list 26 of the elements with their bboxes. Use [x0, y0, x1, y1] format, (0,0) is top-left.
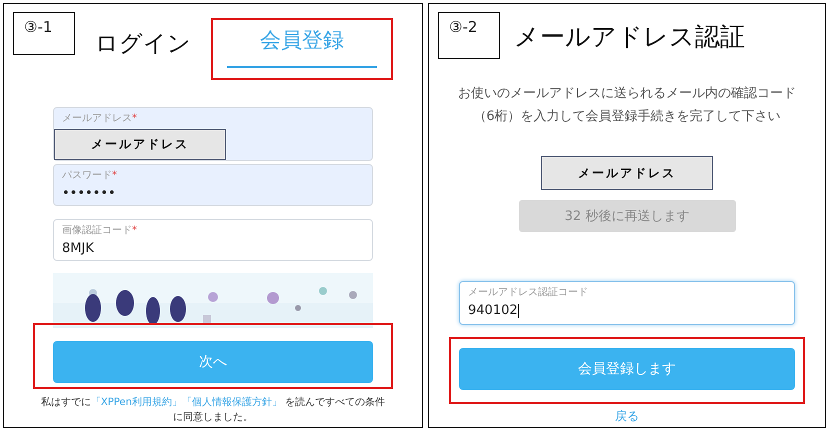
- instruction-text: お使いのメールアドレスに送られるメール内の確認コード（6桁）を入力して会員登録手続きを完了して下さい: [457, 85, 797, 126]
- input-field[interactable]: メールアドレス認証コード 940102: [459, 281, 795, 325]
- input-field[interactable]: メールアドレス* メールアドレス: [53, 107, 373, 161]
- tab[interactable]: 会員登録: [211, 18, 393, 80]
- page-title: メールアドレス認証: [514, 21, 745, 53]
- field-label: パスワード*: [62, 169, 118, 182]
- field-value: 8MJK: [62, 241, 95, 256]
- step-label: ③-1: [13, 12, 75, 55]
- field-label: 画像認証コード*: [62, 224, 138, 237]
- back-link[interactable]: 戻る: [615, 408, 639, 425]
- redaction-label: メールアドレス: [541, 156, 713, 190]
- field-value: 940102: [468, 303, 518, 318]
- text-caret: [518, 304, 519, 318]
- policy-link[interactable]: 「XPPen利用規約」: [90, 397, 182, 408]
- register-button[interactable]: 会員登録します: [459, 348, 795, 390]
- field-value: •••••••: [62, 186, 117, 201]
- policy-link[interactable]: 「個人情報保護方針」: [182, 397, 282, 408]
- input-field[interactable]: パスワード* •••••••: [53, 164, 373, 206]
- step-label: ③-2: [438, 12, 500, 59]
- field-label: メールアドレス認証コード: [468, 286, 589, 299]
- tab[interactable]: ログイン: [89, 12, 197, 62]
- agreement-text: 私はすでに「XPPen利用規約」「個人情報保護方針」 を読んですべての条件に同意しました。: [40, 396, 386, 425]
- next-button[interactable]: 次へ: [53, 341, 373, 383]
- field-label: メールアドレス*: [62, 112, 138, 125]
- redaction-label: メールアドレス: [54, 129, 226, 160]
- input-field[interactable]: 画像認証コード* 8MJK: [53, 219, 373, 261]
